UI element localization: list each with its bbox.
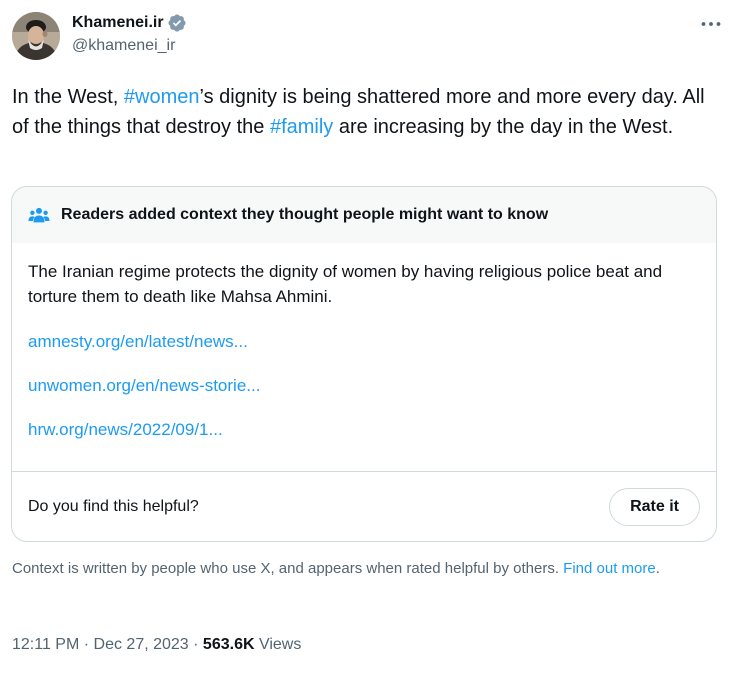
author-name-row: Khamenei.ir	[72, 13, 187, 33]
community-note-text: The Iranian regime protects the dignity …	[28, 262, 663, 306]
community-note-card: Readers added context they thought peopl…	[11, 186, 717, 542]
community-note-footer: Do you find this helpful? Rate it	[12, 471, 716, 541]
note-source-link-unwomen[interactable]: unwomen.org/en/news-storie...	[28, 376, 700, 396]
context-period: .	[655, 560, 660, 577]
community-note-header: Readers added context they thought peopl…	[12, 187, 716, 243]
views-count: 563.6K	[202, 636, 255, 653]
community-note-title: Readers added context they thought peopl…	[61, 206, 549, 223]
tweet-text-part: are increasing by the day in the West.	[333, 116, 674, 138]
tweet-text: In the West, #women’s dignity is being s…	[12, 82, 712, 142]
author-name[interactable]: Khamenei.ir	[72, 14, 164, 32]
tweet-meta: 12:11 PM · Dec 27, 2023 · 563.6K Views	[12, 636, 301, 654]
meta-separator: ·	[79, 636, 94, 653]
tweet-date-link[interactable]: Dec 27, 2023	[94, 636, 189, 653]
author-handle[interactable]: @khamenei_ir	[72, 37, 175, 55]
find-out-more-link[interactable]: Find out more	[563, 560, 656, 577]
context-disclaimer: Context is written by people who use X, …	[12, 558, 712, 579]
tweet-time-link[interactable]: 12:11 PM	[12, 636, 79, 653]
helpful-prompt: Do you find this helpful?	[28, 497, 199, 515]
more-horizontal-icon	[701, 22, 721, 26]
people-icon	[28, 207, 50, 223]
hashtag-women-link[interactable]: #women	[124, 86, 200, 108]
meta-separator: ·	[188, 636, 203, 653]
tweet-container: Khamenei.ir @khamenei_ir In the West, #w…	[0, 0, 738, 676]
author-avatar[interactable]	[12, 12, 60, 60]
note-source-link-hrw[interactable]: hrw.org/news/2022/09/1...	[28, 420, 700, 440]
tweet-text-part: In the West,	[12, 86, 124, 108]
verified-badge-icon[interactable]	[167, 13, 187, 33]
rate-it-button[interactable]: Rate it	[609, 487, 700, 526]
note-source-link-amnesty[interactable]: amnesty.org/en/latest/news...	[28, 332, 700, 352]
more-options-button[interactable]	[698, 14, 724, 34]
community-note-body: The Iranian regime protects the dignity …	[12, 243, 716, 440]
views-label: Views	[254, 636, 302, 653]
hashtag-family-link[interactable]: #family	[270, 116, 333, 138]
context-disclaimer-text: Context is written by people who use X, …	[12, 560, 564, 577]
avatar-image	[12, 12, 60, 60]
